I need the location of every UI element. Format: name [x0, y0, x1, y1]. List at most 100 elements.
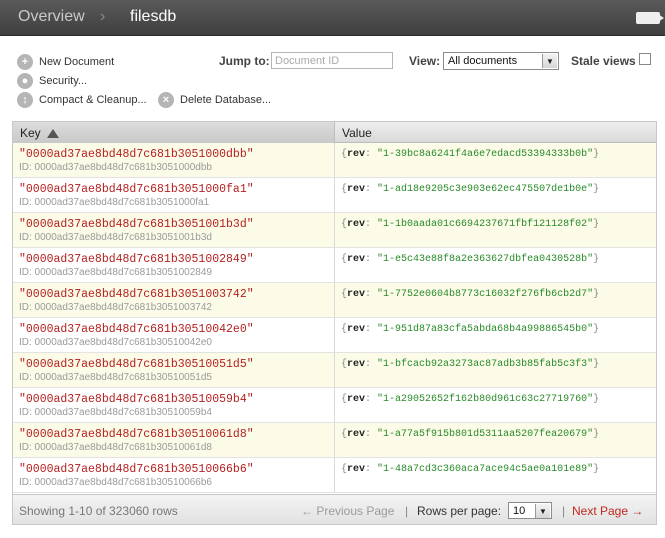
document-id: ID: 0000ad37ae8bd48d7c681b3051001b3d — [19, 232, 212, 243]
column-header-value-label: Value — [342, 126, 372, 140]
document-key[interactable]: "0000ad37ae8bd48d7c681b30510042e0" — [19, 323, 328, 336]
colon: : — [365, 324, 378, 335]
delete-database-label: Delete Database... — [180, 94, 272, 106]
close-brace: } — [593, 184, 600, 195]
key-cell[interactable]: "0000ad37ae8bd48d7c681b30510066b6" ID: 00… — [13, 458, 335, 492]
table-row[interactable]: "0000ad37ae8bd48d7c681b30510059b4" ID: 00… — [13, 388, 656, 423]
table-row[interactable]: "0000ad37ae8bd48d7c681b3051002849" ID: 00… — [13, 248, 656, 283]
new-document-label: New Document — [39, 56, 115, 68]
table-row[interactable]: "0000ad37ae8bd48d7c681b30510051d5" ID: 00… — [13, 353, 656, 388]
document-id: ID: 0000ad37ae8bd48d7c681b3051000dbb — [19, 162, 212, 173]
revision-value: "1-e5c43e88f8a2e363627dbfea0430528b" — [377, 254, 594, 265]
table-row[interactable]: "0000ad37ae8bd48d7c681b3051000fa1" ID: 00… — [13, 178, 656, 213]
table-row[interactable]: "0000ad37ae8bd48d7c681b3051003742" ID: 00… — [13, 283, 656, 318]
key-cell[interactable]: "0000ad37ae8bd48d7c681b3051001b3d" ID: 00… — [13, 213, 335, 247]
close-brace: } — [593, 359, 600, 370]
value-property: rev — [347, 289, 366, 300]
table-row[interactable]: "0000ad37ae8bd48d7c681b30510061d8" ID: 00… — [13, 423, 656, 458]
document-key[interactable]: "0000ad37ae8bd48d7c681b3051003742" — [19, 288, 328, 301]
key-cell[interactable]: "0000ad37ae8bd48d7c681b30510051d5" ID: 00… — [13, 353, 335, 387]
pagination-separator: | — [562, 504, 566, 518]
revision-value: "1-951d87a83cfa5abda68b4a99886545b0" — [377, 324, 594, 335]
key-cell[interactable]: "0000ad37ae8bd48d7c681b30510042e0" ID: 00… — [13, 318, 335, 352]
column-header-key-label: Key — [20, 126, 41, 140]
close-brace: } — [593, 394, 600, 405]
value-property: rev — [347, 149, 366, 160]
colon: : — [365, 429, 378, 440]
sidebar-toggle-icon[interactable] — [636, 12, 664, 24]
colon: : — [365, 359, 378, 370]
value-property: rev — [347, 254, 366, 265]
key-cell[interactable]: "0000ad37ae8bd48d7c681b3051003742" ID: 00… — [13, 283, 335, 317]
breadcrumb-separator: › — [100, 8, 106, 25]
document-id: ID: 0000ad37ae8bd48d7c681b3051002849 — [19, 267, 212, 278]
compact-cleanup-button[interactable]: ↕ Compact & Cleanup... — [17, 92, 147, 108]
value-cell: {rev: "1-48a7cd3c360aca7ace94c5ae0a101e8… — [335, 458, 656, 492]
jump-to-label: Jump to: — [219, 54, 270, 68]
security-button[interactable]: ● Security... — [17, 73, 87, 89]
value-property: rev — [347, 394, 366, 405]
document-key[interactable]: "0000ad37ae8bd48d7c681b3051001b3d" — [19, 218, 328, 231]
document-id: ID: 0000ad37ae8bd48d7c681b30510066b6 — [19, 477, 212, 488]
colon: : — [365, 149, 378, 160]
lightbulb-icon: ● — [17, 73, 33, 89]
table-header: Key Value — [13, 122, 656, 143]
previous-page-link: ← Previous Page — [301, 504, 395, 518]
value-cell: {rev: "1-bfcacb92a3273ac87adb3b85fab5c3f… — [335, 353, 656, 387]
close-brace: } — [593, 429, 600, 440]
table-row[interactable]: "0000ad37ae8bd48d7c681b3051000dbb" ID: 00… — [13, 143, 656, 178]
colon: : — [365, 219, 378, 230]
rows-per-page-select[interactable]: 10 ▼ — [508, 502, 552, 519]
close-brace: } — [593, 149, 600, 160]
key-cell[interactable]: "0000ad37ae8bd48d7c681b3051002849" ID: 00… — [13, 248, 335, 282]
document-key[interactable]: "0000ad37ae8bd48d7c681b3051002849" — [19, 253, 328, 266]
dropdown-arrow-icon[interactable]: ▼ — [542, 54, 557, 68]
document-id: ID: 0000ad37ae8bd48d7c681b3051003742 — [19, 302, 212, 313]
document-key[interactable]: "0000ad37ae8bd48d7c681b30510066b6" — [19, 463, 328, 476]
table-row[interactable]: "0000ad37ae8bd48d7c681b30510042e0" ID: 00… — [13, 318, 656, 353]
documents-table: Key Value "0000ad37ae8bd48d7c681b3051000… — [12, 121, 657, 525]
view-select[interactable]: All documents ▼ — [443, 52, 559, 70]
close-brace: } — [593, 324, 600, 335]
new-document-button[interactable]: + New Document — [17, 54, 114, 70]
document-key[interactable]: "0000ad37ae8bd48d7c681b3051000dbb" — [19, 148, 328, 161]
close-brace: } — [593, 464, 600, 475]
value-cell: {rev: "1-a77a5f915b801d5311aa5207fea2067… — [335, 423, 656, 457]
row-count-summary: Showing 1-10 of 323060 rows — [19, 504, 178, 518]
jump-to-input[interactable] — [271, 52, 393, 69]
document-key[interactable]: "0000ad37ae8bd48d7c681b30510051d5" — [19, 358, 328, 371]
dropdown-arrow-icon[interactable]: ▼ — [535, 504, 550, 518]
table-row[interactable]: "0000ad37ae8bd48d7c681b3051001b3d" ID: 00… — [13, 213, 656, 248]
value-cell: {rev: "1-e5c43e88f8a2e363627dbfea0430528… — [335, 248, 656, 282]
next-page-link[interactable]: Next Page → — [572, 504, 643, 518]
key-cell[interactable]: "0000ad37ae8bd48d7c681b30510059b4" ID: 00… — [13, 388, 335, 422]
column-header-key[interactable]: Key — [13, 122, 335, 143]
close-brace: } — [593, 219, 600, 230]
view-label: View: — [409, 54, 441, 68]
pagination-separator: | — [405, 504, 409, 518]
key-cell[interactable]: "0000ad37ae8bd48d7c681b3051000dbb" ID: 00… — [13, 143, 335, 177]
table-row[interactable]: "0000ad37ae8bd48d7c681b30510066b6" ID: 00… — [13, 458, 656, 493]
document-key[interactable]: "0000ad37ae8bd48d7c681b3051000fa1" — [19, 183, 328, 196]
document-id: ID: 0000ad37ae8bd48d7c681b3051000fa1 — [19, 197, 210, 208]
revision-value: "1-48a7cd3c360aca7ace94c5ae0a101e89" — [377, 464, 594, 475]
rows-per-page-label: Rows per page: — [417, 504, 502, 518]
value-property: rev — [347, 324, 366, 335]
document-key[interactable]: "0000ad37ae8bd48d7c681b30510061d8" — [19, 428, 328, 441]
stale-views-checkbox[interactable] — [639, 53, 651, 65]
revision-value: "1-7752e0604b8773c16032f276fb6cb2d7" — [377, 289, 594, 300]
value-property: rev — [347, 359, 366, 370]
breadcrumb-overview[interactable]: Overview — [18, 8, 85, 26]
key-cell[interactable]: "0000ad37ae8bd48d7c681b3051000fa1" ID: 00… — [13, 178, 335, 212]
value-cell: {rev: "1-951d87a83cfa5abda68b4a99886545b… — [335, 318, 656, 352]
rows-per-page-value: 10 — [513, 505, 526, 517]
colon: : — [365, 289, 378, 300]
value-property: rev — [347, 464, 366, 475]
revision-value: "1-ad18e9205c3e903e62ec475507de1b0e" — [377, 184, 594, 195]
value-cell: {rev: "1-39bc8a6241f4a6e7edacd53394333b0… — [335, 143, 656, 177]
document-key[interactable]: "0000ad37ae8bd48d7c681b30510059b4" — [19, 393, 328, 406]
revision-value: "1-a29052652f162b80d961c63c27719760" — [377, 394, 594, 405]
key-cell[interactable]: "0000ad37ae8bd48d7c681b30510061d8" ID: 00… — [13, 423, 335, 457]
delete-database-button[interactable]: × Delete Database... — [158, 92, 271, 108]
column-header-value: Value — [335, 122, 656, 143]
